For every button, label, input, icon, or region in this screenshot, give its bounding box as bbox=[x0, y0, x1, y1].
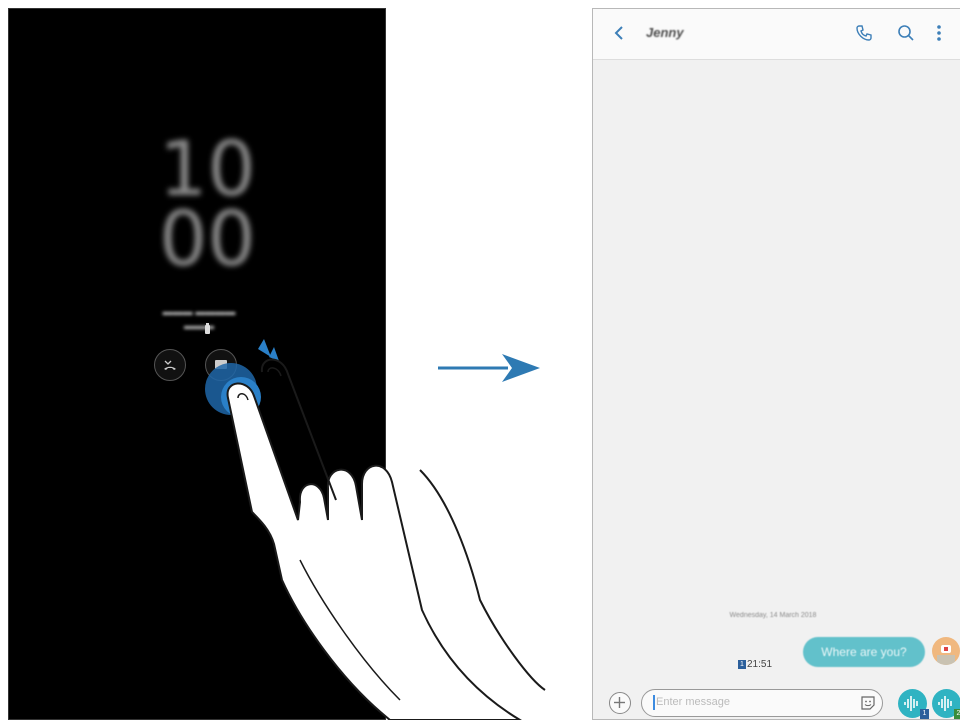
phone-icon[interactable] bbox=[855, 24, 873, 42]
more-options-icon[interactable] bbox=[936, 24, 942, 42]
message-timestamp: 1 21:51 bbox=[738, 659, 772, 670]
contact-name: Jenny bbox=[646, 25, 684, 40]
transition-arrow-icon bbox=[438, 354, 540, 382]
text-cursor bbox=[653, 695, 655, 710]
sim-badge: 1 bbox=[738, 659, 746, 669]
avatar-icon bbox=[937, 645, 955, 665]
plus-icon bbox=[614, 697, 625, 708]
sim1-badge: 1 bbox=[920, 709, 929, 719]
message-input-bar: Enter message 1 bbox=[593, 685, 960, 719]
messages-conversation-screen: Jenny Wednesday, 14 March 2018 1 21:51 Wh… bbox=[592, 8, 960, 720]
sim2-badge: 2 bbox=[954, 709, 960, 719]
avatar[interactable] bbox=[932, 637, 960, 665]
back-arrow-icon[interactable] bbox=[613, 25, 625, 41]
sticker-icon[interactable] bbox=[860, 695, 876, 711]
date-separator: Wednesday, 14 March 2018 bbox=[729, 612, 817, 619]
sent-time: 21:51 bbox=[747, 659, 773, 670]
conversation-app-bar: Jenny bbox=[593, 9, 960, 60]
message-input[interactable]: Enter message bbox=[641, 689, 883, 717]
message-input-placeholder: Enter message bbox=[656, 696, 730, 708]
add-attachment-button[interactable] bbox=[609, 692, 631, 714]
outgoing-message-bubble[interactable]: Where are you? bbox=[803, 637, 925, 667]
voice-send-sim1-button[interactable]: 1 bbox=[898, 689, 929, 719]
voice-send-sim2-button[interactable]: 2 bbox=[932, 689, 960, 719]
search-icon[interactable] bbox=[897, 24, 915, 42]
